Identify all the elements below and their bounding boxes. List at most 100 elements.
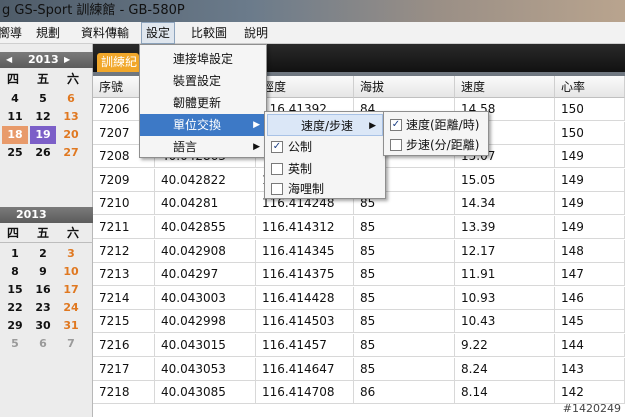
menu-data-transfer[interactable]: 資料傳輸 — [77, 22, 133, 44]
menu-compare[interactable]: 比較圖 — [187, 22, 231, 44]
table-cell: 40.04297 — [155, 263, 256, 287]
menu-item-label: 語言 — [173, 140, 198, 154]
calendar-day[interactable]: 9 — [30, 263, 56, 281]
menu-item-nautical[interactable]: 海哩制 — [265, 178, 385, 200]
calendar-day[interactable]: 27 — [58, 144, 84, 162]
menu-item-label: 速度/步速 — [301, 119, 354, 133]
column-header[interactable]: 經度 — [256, 76, 354, 98]
watermark: #1420249 — [562, 402, 621, 415]
table-cell: 7209 — [93, 168, 155, 192]
table-cell: 142 — [555, 381, 625, 405]
weekday-label: 五 — [36, 72, 49, 86]
calendar-day[interactable]: 8 — [2, 263, 28, 281]
table-cell: 7217 — [93, 357, 155, 381]
menu-item-imperial[interactable]: 英制 — [265, 158, 385, 180]
table-cell: 146 — [555, 286, 625, 310]
calendar-day[interactable]: 16 — [30, 281, 56, 299]
table-cell: 150 — [555, 121, 625, 145]
checkbox-icon — [390, 139, 402, 151]
calendar-day[interactable]: 5 — [30, 90, 56, 108]
table-cell: 40.042822 — [155, 168, 256, 192]
menu-bar: 嚮導 規劃 資料傳輸 設定 比較圖 說明 — [0, 22, 625, 44]
table-cell: 116.414647 — [256, 357, 354, 381]
calendar-day[interactable]: 5 — [2, 335, 28, 353]
table-cell: 40.04281 — [155, 192, 256, 216]
checkbox-checked-icon: ✓ — [271, 141, 283, 153]
calendar-day[interactable]: 31 — [58, 317, 84, 335]
calendar-day[interactable]: 20 — [58, 126, 84, 144]
table-row[interactable]: 7216 40.043015 116.41457 85 9.22 144 — [93, 334, 625, 357]
calendar-day[interactable]: 24 — [58, 299, 84, 317]
calendar-panel: ◀ 2013 ▶ 四 五 六 4 5 6 11 12 13 18 19 20 2… — [0, 44, 93, 417]
table-cell: 116.414345 — [256, 239, 354, 263]
calendar-day[interactable]: 17 — [58, 281, 84, 299]
table-row[interactable]: 7214 40.043003 116.414428 85 10.93 146 — [93, 286, 625, 310]
menu-item-speed-pace[interactable]: 速度/步速 ▶ — [267, 114, 383, 136]
calendar-day-selected[interactable]: 18 — [2, 126, 28, 144]
table-row[interactable]: 7218 40.043085 116.414708 86 8.14 142 — [93, 381, 625, 405]
table-row[interactable]: 7213 40.04297 116.414375 85 11.91 147 — [93, 263, 625, 287]
menu-item-unit-switch[interactable]: 單位交換 ▶ — [140, 114, 266, 136]
settings-menu: 連接埠設定 裝置設定 韌體更新 單位交換 ▶ 語言 ▶ — [139, 44, 267, 158]
calendar-day[interactable]: 11 — [2, 108, 28, 126]
table-cell: 148 — [555, 239, 625, 263]
menu-item-port-settings[interactable]: 連接埠設定 — [140, 48, 266, 70]
table-cell: 9.22 — [455, 334, 555, 357]
table-cell: 86 — [354, 381, 455, 405]
calendar-day[interactable]: 1 — [2, 245, 28, 263]
calendar-day[interactable]: 6 — [30, 335, 56, 353]
menu-plan[interactable]: 規劃 — [32, 22, 64, 44]
table-cell: 8.24 — [455, 357, 555, 381]
calendar-day[interactable]: 13 — [58, 108, 84, 126]
table-cell: 40.043015 — [155, 334, 256, 357]
table-cell: 7212 — [93, 239, 155, 263]
weekday-row: 四 五 六 — [0, 70, 93, 88]
calendar-day[interactable]: 3 — [58, 245, 84, 263]
table-cell: 85 — [354, 263, 455, 287]
menu-settings[interactable]: 設定 — [141, 22, 176, 44]
window-title: g GS-Sport 訓練館 - GB-580P — [2, 3, 185, 18]
calendar-day[interactable]: 4 — [2, 90, 28, 108]
menu-item-language[interactable]: 語言 ▶ — [140, 136, 266, 158]
table-row[interactable]: 7211 40.042855 116.414312 85 13.39 149 — [93, 216, 625, 239]
calendar-day[interactable]: 2 — [30, 245, 56, 263]
calendar-day[interactable]: 25 — [2, 144, 28, 162]
menu-item-firmware-update[interactable]: 韌體更新 — [140, 92, 266, 114]
prev-arrow-icon[interactable]: ◀ — [6, 52, 12, 68]
table-cell: 149 — [555, 192, 625, 216]
calendar-week: 25 26 27 — [0, 144, 93, 162]
table-row[interactable]: 7215 40.042998 116.414503 85 10.43 145 — [93, 310, 625, 334]
table-cell: 14.34 — [455, 192, 555, 216]
calendar-day[interactable]: 6 — [58, 90, 84, 108]
calendar-day[interactable]: 29 — [2, 317, 28, 335]
calendar-day[interactable]: 10 — [58, 263, 84, 281]
calendar-day[interactable]: 26 — [30, 144, 56, 162]
menu-item-speed-distance-per-hour[interactable]: ✓ 速度(距離/時) — [384, 114, 488, 136]
column-header[interactable]: 海拔 — [354, 76, 455, 98]
calendar-week: 5 6 7 — [0, 335, 93, 353]
menu-wizard[interactable]: 嚮導 — [0, 22, 26, 44]
menu-help[interactable]: 說明 — [240, 22, 272, 44]
calendar-week: 29 30 31 — [0, 317, 93, 335]
menu-item-pace-minutes-per-distance[interactable]: 步速(分/距離) — [384, 134, 488, 156]
calendar-day[interactable]: 12 — [30, 108, 56, 126]
calendar-day-selected[interactable]: 19 — [30, 126, 56, 144]
menu-item-metric[interactable]: ✓ 公制 — [265, 136, 385, 158]
tab-training-log[interactable]: 訓練紀 — [97, 53, 139, 72]
table-row[interactable]: 7212 40.042908 116.414345 85 12.17 148 — [93, 239, 625, 263]
menu-item-device-settings[interactable]: 裝置設定 — [140, 70, 266, 92]
table-cell: 7216 — [93, 334, 155, 357]
calendar-day[interactable]: 22 — [2, 299, 28, 317]
calendar-day[interactable]: 23 — [30, 299, 56, 317]
weekday-label: 五 — [36, 226, 49, 240]
calendar-day[interactable]: 15 — [2, 281, 28, 299]
table-row[interactable]: 7217 40.043053 116.414647 85 8.24 143 — [93, 357, 625, 381]
calendar-year: 2013 — [28, 53, 59, 66]
column-header[interactable]: 速度 — [455, 76, 555, 98]
calendar-day[interactable]: 7 — [58, 335, 84, 353]
menu-item-label: 英制 — [288, 162, 313, 176]
next-arrow-icon[interactable]: ▶ — [64, 52, 70, 68]
column-header[interactable]: 心率 — [555, 76, 625, 98]
calendar-day[interactable]: 30 — [30, 317, 56, 335]
calendar-week: 18 19 20 — [0, 126, 93, 144]
